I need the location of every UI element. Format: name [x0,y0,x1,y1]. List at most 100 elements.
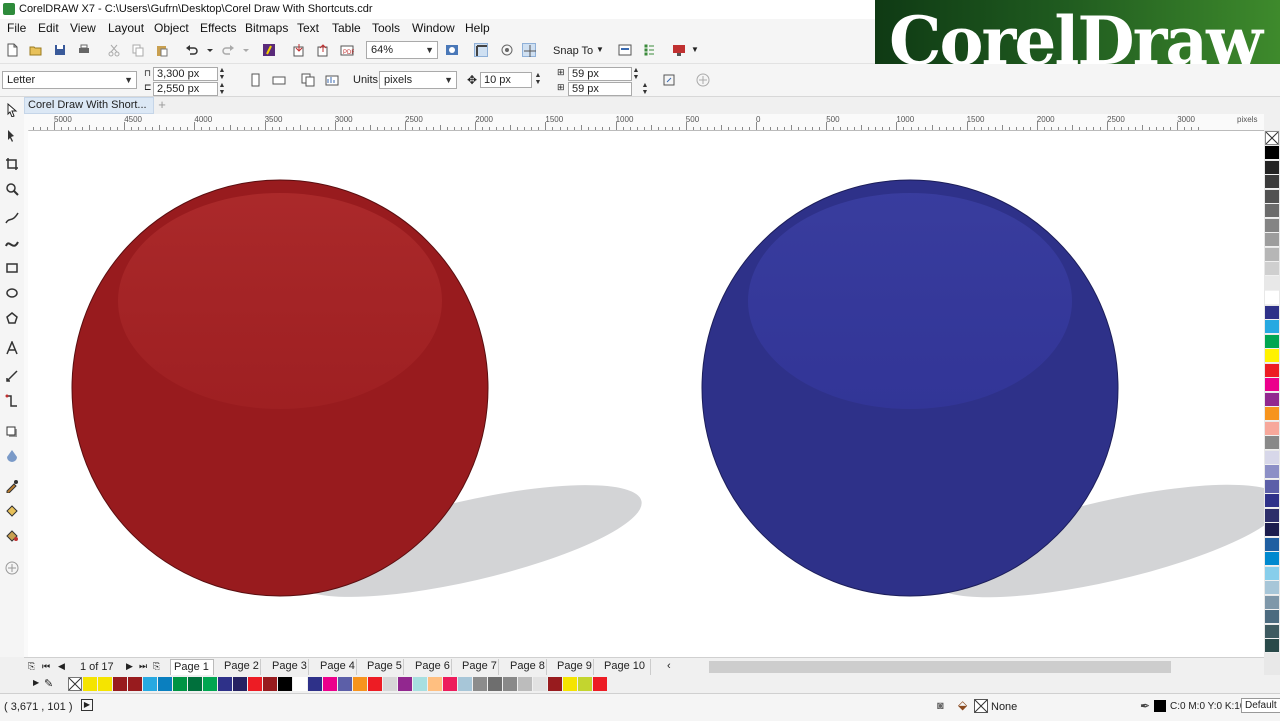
no-color-swatch[interactable] [1265,131,1279,145]
current-page-icon[interactable] [325,73,339,87]
interactive-fill-icon[interactable] [5,504,19,518]
palette-swatch[interactable] [1265,262,1279,276]
document-tab[interactable]: Corel Draw With Short... [24,97,154,114]
doc-palette-swatch[interactable] [503,677,517,691]
menu-view[interactable]: View [70,21,96,35]
duplicate-x-spinner[interactable]: ▲ ▼ [632,67,640,81]
drawing-canvas[interactable] [28,131,1264,657]
snap-to-button[interactable]: Snap To [553,45,593,57]
menu-effects[interactable]: Effects [200,21,236,35]
palette-swatch[interactable] [1265,581,1279,595]
outline-color-swatch[interactable] [1154,700,1166,712]
horizontal-scrollbar[interactable] [709,661,1171,673]
snap-to-dropdown-icon[interactable]: ▼ [596,45,604,54]
palette-swatch[interactable] [1265,523,1279,537]
doc-palette-swatch[interactable] [413,677,427,691]
page-tab-9[interactable]: Page 9 [554,659,594,675]
export-icon[interactable] [316,43,330,57]
zoom-tool-icon[interactable] [5,182,19,196]
palette-swatch[interactable] [1265,494,1279,508]
palette-swatch[interactable] [1265,349,1279,363]
doc-palette-swatch[interactable] [578,677,592,691]
palette-swatch[interactable] [1265,378,1279,392]
palette-swatch[interactable] [1265,363,1279,378]
duplicate-x-input[interactable]: 59 px [568,67,632,81]
palette-swatch[interactable] [1265,624,1279,639]
doc-no-color-swatch[interactable] [68,677,82,691]
doc-palette-swatch[interactable] [518,677,532,691]
blue-sphere-highlight[interactable] [748,193,1072,409]
quick-customize-icon[interactable] [5,561,19,575]
page-tab-2[interactable]: Page 2 [221,659,261,675]
artistic-media-icon[interactable] [5,236,19,250]
palette-swatch[interactable] [1265,291,1279,305]
menu-edit[interactable]: Edit [38,21,59,35]
all-pages-icon[interactable] [301,73,315,87]
launch-dropdown-icon[interactable]: ▼ [691,45,699,54]
doc-palette-swatch[interactable] [143,677,157,691]
pick-tool-icon[interactable] [5,103,19,117]
palette-swatch[interactable] [1265,146,1279,160]
text-tool-icon[interactable] [5,341,19,355]
doc-palette-swatch[interactable] [443,677,457,691]
page-tab-10[interactable]: Page 10 [601,659,651,675]
doc-palette-swatch[interactable] [458,677,472,691]
previous-page-icon[interactable]: ◀ [58,661,65,672]
doc-palette-swatch[interactable] [158,677,172,691]
ellipse-tool-icon[interactable] [5,286,19,300]
page-tab-7[interactable]: Page 7 [459,659,499,675]
page-tab-3[interactable]: Page 3 [269,659,309,675]
redo-dropdown-icon[interactable] [239,43,249,57]
palette-swatch[interactable] [1265,160,1279,175]
shape-tool-icon[interactable] [5,129,19,143]
doc-palette-swatch[interactable] [293,677,307,691]
menu-text[interactable]: Text [297,21,319,35]
menu-file[interactable]: File [7,21,26,35]
doc-palette-swatch[interactable] [548,677,562,691]
page-height-spinner[interactable]: ▲ ▼ [218,82,226,96]
fill-none-swatch[interactable] [974,699,988,713]
page-width-spinner[interactable]: ▲ ▼ [218,67,226,81]
color-proof-icon[interactable]: ◙ [937,700,944,712]
crop-tool-icon[interactable] [5,157,19,171]
show-grid-icon[interactable] [522,43,536,57]
doc-palette-swatch[interactable] [398,677,412,691]
add-page-icon[interactable]: ⎘ [28,661,35,672]
palette-swatch[interactable] [1265,320,1279,334]
doc-palette-swatch[interactable] [533,677,547,691]
options-icon[interactable] [618,43,632,57]
palette-swatch[interactable] [1265,407,1279,421]
page-width-input[interactable]: 3,300 px [153,67,218,81]
page-tab-8[interactable]: Page 8 [507,659,547,675]
next-page-icon[interactable]: ▶ [126,661,133,672]
publish-pdf-icon[interactable]: PDF [340,43,354,57]
doc-palette-swatch[interactable] [323,677,337,691]
doc-palette-swatch[interactable] [368,677,382,691]
page-tab-6[interactable]: Page 6 [412,659,452,675]
doc-palette-swatch[interactable] [263,677,277,691]
play-icon[interactable]: ▶ [81,699,93,711]
polygon-tool-icon[interactable] [5,311,19,325]
palette-swatch[interactable] [1265,247,1279,262]
scroll-left-icon[interactable]: ‹ [667,660,671,672]
connector-tool-icon[interactable] [5,394,19,408]
freehand-tool-icon[interactable] [5,211,19,225]
doc-palette-swatch[interactable] [218,677,232,691]
page-height-input[interactable]: 2,550 px [153,82,218,96]
palette-swatch[interactable] [1265,421,1279,436]
page-tab-5[interactable]: Page 5 [364,659,404,675]
palette-swatch[interactable] [1265,508,1279,523]
new-tab-button[interactable]: + [156,98,168,112]
palette-swatch[interactable] [1265,305,1279,320]
palette-swatch[interactable] [1265,465,1279,479]
duplicate-y-spinner[interactable]: ▲ ▼ [641,82,649,96]
menu-help[interactable]: Help [465,21,490,35]
launch-icon[interactable] [672,43,686,57]
palette-swatch[interactable] [1265,218,1279,233]
doc-palette-swatch[interactable] [563,677,577,691]
menu-layout[interactable]: Layout [108,21,144,35]
menu-tools[interactable]: Tools [372,21,400,35]
page-tab-4[interactable]: Page 4 [317,659,357,675]
doc-palette-swatch[interactable] [248,677,262,691]
palette-swatch[interactable] [1265,610,1279,624]
